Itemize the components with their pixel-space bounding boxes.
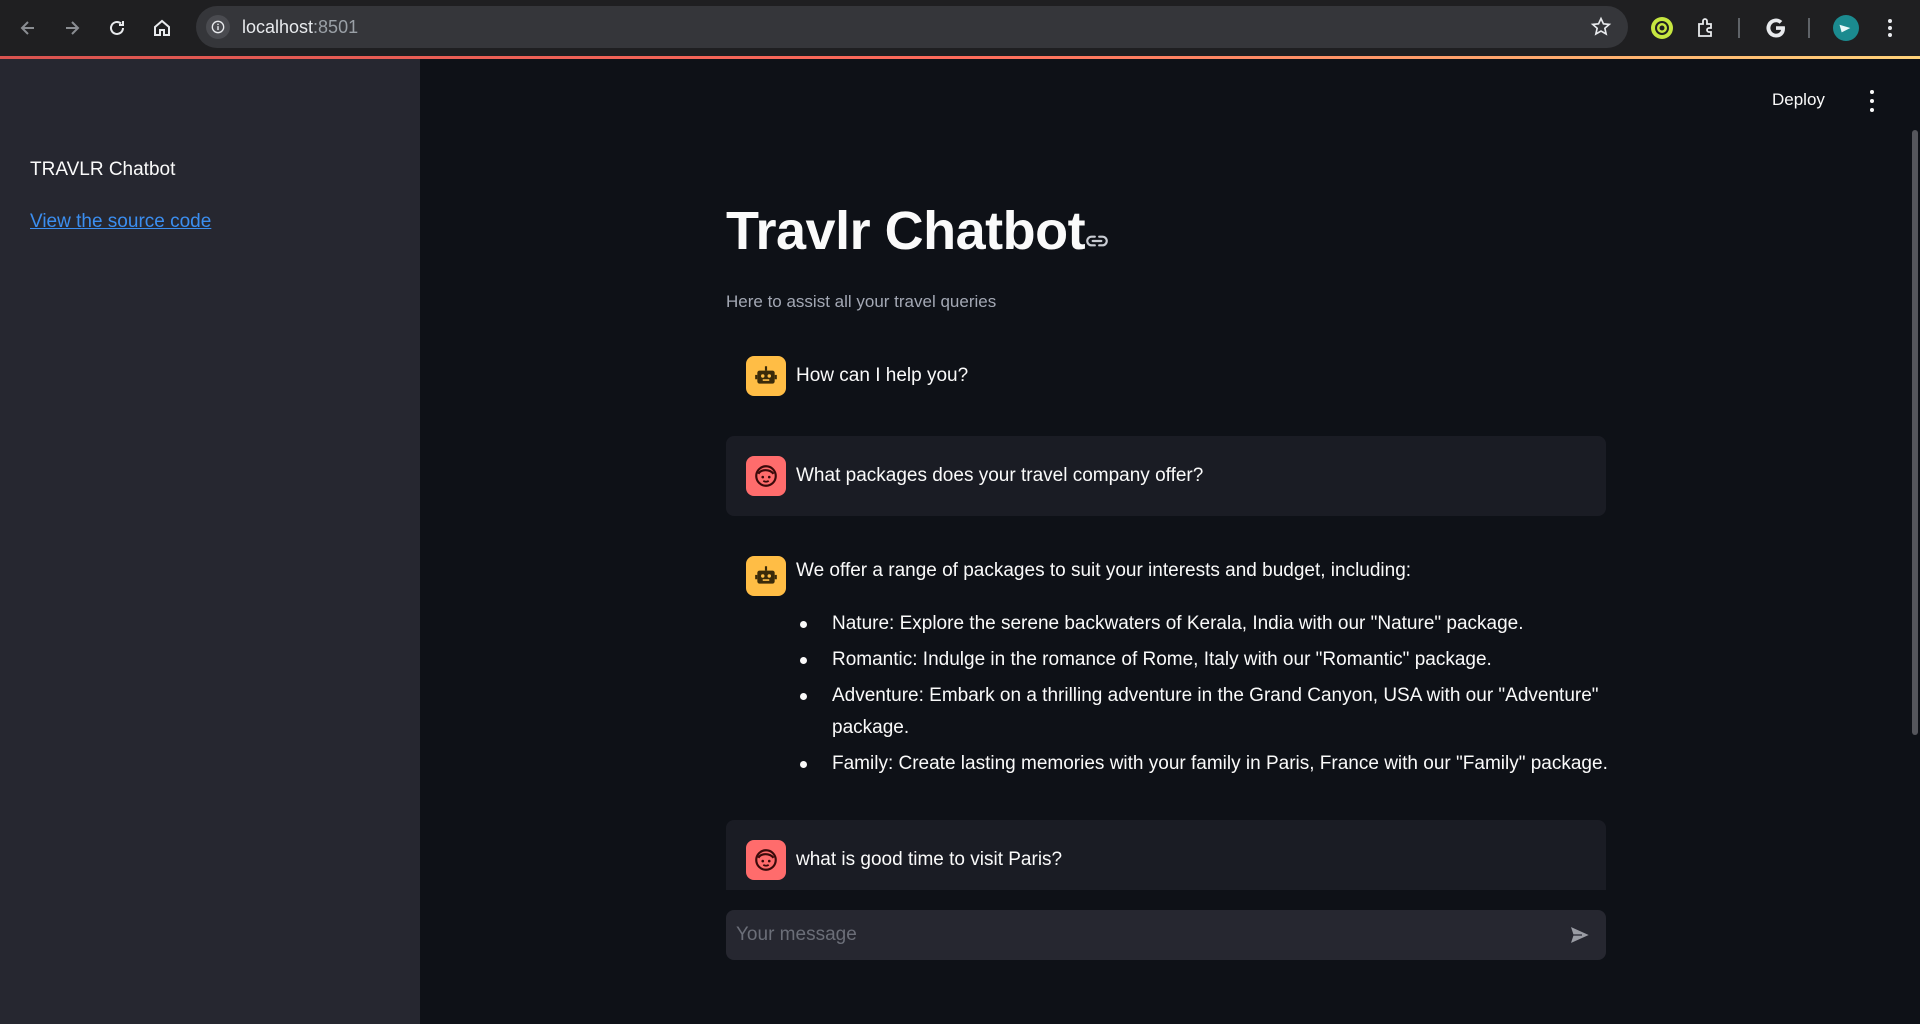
chat-input-container <box>726 910 1606 960</box>
sidebar-title: TRAVLR Chatbot <box>30 159 176 180</box>
scrollbar[interactable] <box>1912 130 1918 735</box>
page-title: Travlr Chatbot <box>726 201 1086 261</box>
url-host: localhost <box>242 17 314 37</box>
bookmark-star-icon[interactable] <box>1590 16 1612 38</box>
chat-message-assistant: How can I help you? <box>726 348 1606 404</box>
chat-message-user: what is good time to visit Paris? <box>726 820 1606 890</box>
message-text: What packages does your travel company o… <box>796 465 1204 486</box>
anchor-link-icon[interactable] <box>1084 228 1110 254</box>
page-subtitle: Here to assist all your travel queries <box>726 292 997 311</box>
back-icon[interactable] <box>14 14 42 42</box>
send-icon[interactable] <box>1566 922 1594 948</box>
address-bar[interactable]: localhost:8501 <box>196 6 1628 48</box>
toolbar-divider <box>1808 18 1810 38</box>
google-icon[interactable] <box>1762 14 1790 42</box>
puzzle-extensions-icon[interactable] <box>1692 14 1720 42</box>
toolbar-divider <box>1738 18 1740 38</box>
chat-message-user: What packages does your travel company o… <box>726 436 1606 516</box>
list-item: Romantic: Indulge in the romance of Rome… <box>796 644 1616 676</box>
list-item: Family: Create lasting memories with you… <box>796 748 1616 780</box>
source-code-link[interactable]: View the source code <box>30 211 211 233</box>
package-list: Nature: Explore the serene backwaters of… <box>796 608 1616 784</box>
home-icon[interactable] <box>148 14 176 42</box>
bot-avatar-icon <box>746 556 786 596</box>
reload-icon[interactable] <box>103 14 131 42</box>
chat-message-input[interactable] <box>736 910 1536 960</box>
user-avatar-icon <box>746 456 786 496</box>
message-text: We offer a range of packages to suit you… <box>796 560 1412 581</box>
message-text: How can I help you? <box>796 365 969 386</box>
url-port: :8501 <box>313 17 359 37</box>
site-info-icon[interactable] <box>206 15 230 39</box>
browser-toolbar: localhost:8501 <box>0 0 1920 56</box>
profile-avatar-icon[interactable] <box>1832 14 1860 42</box>
sidebar: TRAVLR Chatbot View the source code <box>0 59 420 1024</box>
list-item: Adventure: Embark on a thrilling adventu… <box>796 680 1616 744</box>
bot-avatar-icon <box>746 356 786 396</box>
url-text: localhost:8501 <box>242 17 358 38</box>
message-text: what is good time to visit Paris? <box>796 849 1063 870</box>
browser-menu-icon[interactable] <box>1876 14 1904 42</box>
forward-icon[interactable] <box>58 14 86 42</box>
extension-icon[interactable] <box>1648 14 1676 42</box>
main-menu-icon[interactable] <box>1860 88 1884 114</box>
list-item: Nature: Explore the serene backwaters of… <box>796 608 1616 640</box>
user-avatar-icon <box>746 840 786 880</box>
deploy-button[interactable]: Deploy <box>1772 90 1825 110</box>
